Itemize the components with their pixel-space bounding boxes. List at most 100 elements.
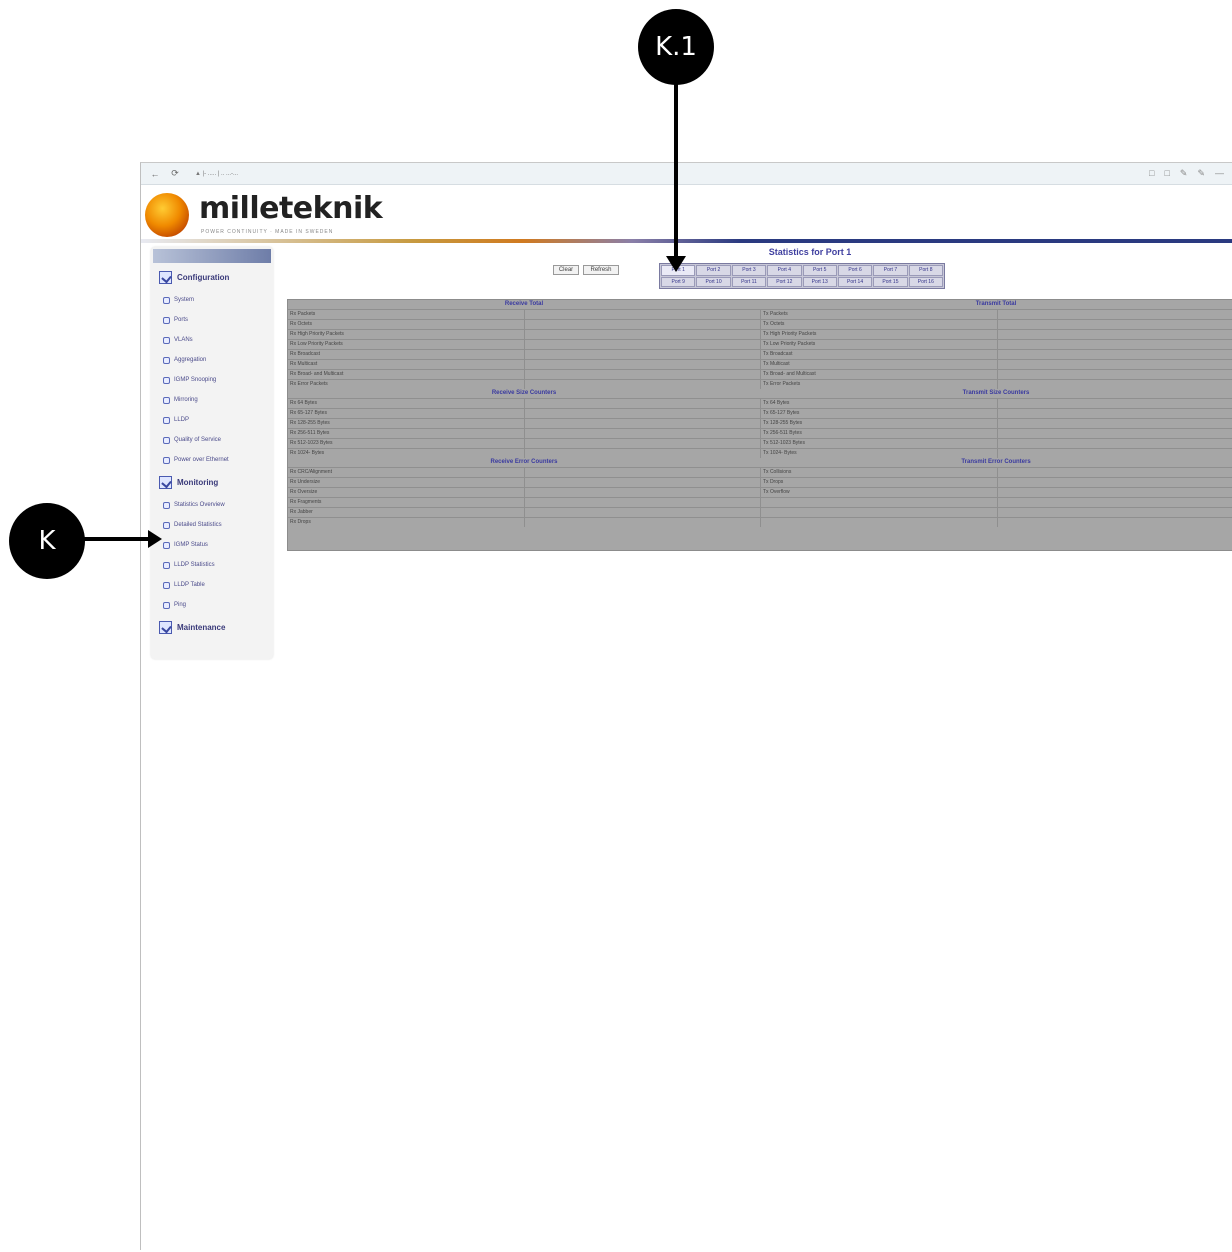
table-row: Rx Broadcast Tx Broadcast (288, 349, 1232, 359)
table-row: Rx High Priority Packets Tx High Priority… (288, 329, 1232, 339)
browser-window: ← ⟳ ▲ |- ..... | .. ...-... □ □ ✎ ✎ — mi… (140, 162, 1232, 1250)
page-icon (163, 541, 170, 549)
table-row: Rx Multicast Tx Multicast (288, 359, 1232, 369)
item-label: Power over Ethernet (174, 457, 229, 463)
stat-label: Rx Fragments (288, 498, 525, 507)
sidebar: Configuration System Ports VLANs Aggrega… (151, 247, 273, 659)
stat-value (525, 370, 761, 379)
stat-label: Rx 1024- Bytes (288, 449, 525, 458)
port-tab[interactable]: Port 16 (908, 276, 943, 287)
toolbar-icon[interactable]: □ (1149, 168, 1154, 179)
port-tab[interactable]: Port 7 (873, 265, 908, 276)
item-label: Mirroring (174, 397, 198, 403)
port-tab[interactable]: Port 9 (661, 276, 696, 287)
sidebar-item-statistics-overview[interactable]: Statistics Overview (151, 495, 273, 515)
item-label: Detailed Statistics (174, 522, 222, 528)
stat-label: Tx Low Priority Packets (761, 340, 998, 349)
sidebar-item-qos[interactable]: Quality of Service (151, 430, 273, 450)
page-icon (163, 601, 170, 609)
sidebar-item-lldp-statistics[interactable]: LLDP Statistics (151, 555, 273, 575)
stat-label: Tx 64 Bytes (761, 399, 998, 408)
refresh-button[interactable]: Refresh (583, 265, 619, 275)
port-tab[interactable]: Port 3 (731, 265, 767, 276)
stat-value (998, 449, 1232, 458)
stat-label: Rx 65-127 Bytes (288, 409, 525, 418)
sidebar-item-ports[interactable]: Ports (151, 310, 273, 330)
port-tab[interactable]: Port 12 (767, 276, 802, 287)
section-title: Transmit Size Counters (962, 390, 1030, 396)
section-header: Receive Size Counters Transmit Size Count… (288, 389, 1232, 398)
port-tab[interactable]: Port 4 (767, 265, 802, 276)
site-header: milleteknik POWER CONTINUITY · MADE IN S… (141, 185, 1232, 243)
sidebar-item-igmp-snooping[interactable]: IGMP Snooping (151, 370, 273, 390)
port-tab[interactable]: Port 15 (873, 276, 908, 287)
stat-value (525, 340, 761, 349)
toolbar-icon[interactable]: □ (1164, 168, 1169, 179)
address-bar[interactable]: ▲ |- ..... | .. ...-... (189, 167, 1141, 181)
port-tab[interactable]: Port 11 (731, 276, 767, 287)
stat-value (998, 360, 1232, 369)
section-title: Receive Size Counters (491, 390, 557, 396)
port-tab[interactable]: Port 5 (802, 265, 837, 276)
sidebar-section-maintenance[interactable]: Maintenance (151, 615, 273, 640)
table-row: Rx 512-1023 Bytes Tx 512-1023 Bytes (288, 438, 1232, 448)
stat-label: Rx Drops (288, 518, 525, 527)
sidebar-item-lldp-table[interactable]: LLDP Table (151, 575, 273, 595)
table-row: Rx 128-255 Bytes Tx 128-255 Bytes (288, 418, 1232, 428)
stat-value (998, 518, 1232, 527)
table-row: Rx Jabber (288, 507, 1232, 517)
sidebar-item-vlans[interactable]: VLANs (151, 330, 273, 350)
sidebar-item-system[interactable]: System (151, 290, 273, 310)
sidebar-section-configuration[interactable]: Configuration (151, 265, 273, 290)
section-label: Configuration (177, 273, 230, 282)
stat-value (998, 310, 1232, 319)
stat-label: Rx Oversize (288, 488, 525, 497)
sidebar-item-ping[interactable]: Ping (151, 595, 273, 615)
port-tab[interactable]: Port 8 (908, 265, 943, 276)
sidebar-item-aggregation[interactable]: Aggregation (151, 350, 273, 370)
minimize-icon[interactable]: — (1215, 168, 1224, 179)
stat-value (525, 350, 761, 359)
stat-value (525, 518, 761, 527)
sidebar-item-lldp[interactable]: LLDP (151, 410, 273, 430)
sidebar-item-mirroring[interactable]: Mirroring (151, 390, 273, 410)
stat-value (998, 340, 1232, 349)
port-selector: Port 1 Port 2 Port 3 Port 4 Port 5 Port 6 Port… (659, 263, 945, 289)
item-label: IGMP Snooping (174, 377, 217, 383)
stat-value (525, 320, 761, 329)
port-tab[interactable]: Port 2 (696, 265, 731, 276)
item-label: Quality of Service (174, 437, 222, 443)
table-row: Rx Drops (288, 517, 1232, 527)
stat-label (761, 508, 998, 517)
sidebar-item-igmp-status[interactable]: IGMP Status (151, 535, 273, 555)
toolbar-icon[interactable]: ✎ (1180, 168, 1188, 179)
page-icon (163, 376, 170, 384)
port-tab[interactable]: Port 14 (837, 276, 873, 287)
stat-label: Tx Error Packets (761, 380, 998, 389)
port-tab[interactable]: Port 10 (696, 276, 731, 287)
port-tab[interactable]: Port 13 (802, 276, 837, 287)
stat-value (525, 468, 761, 477)
port-tab[interactable]: Port 6 (837, 265, 873, 276)
sidebar-item-poe[interactable]: Power over Ethernet (151, 450, 273, 470)
logo-text: milleteknik (199, 191, 383, 226)
main-content: Statistics for Port 1 Clear Refresh Port… (287, 247, 1232, 551)
stat-value (525, 330, 761, 339)
toolbar-icon[interactable]: ✎ (1197, 168, 1205, 179)
clear-button[interactable]: Clear (553, 265, 579, 275)
reload-icon[interactable]: ⟳ (169, 168, 181, 180)
item-label: Aggregation (174, 357, 207, 363)
stat-label: Rx CRC/Alignment (288, 468, 525, 477)
item-label: IGMP Status (174, 542, 208, 548)
item-label: LLDP Table (174, 582, 205, 588)
stat-label: Tx Broadcast (761, 350, 998, 359)
stat-value (525, 488, 761, 497)
sidebar-section-monitoring[interactable]: Monitoring (151, 470, 273, 495)
stat-label: Rx Undersize (288, 478, 525, 487)
sidebar-item-detailed-statistics[interactable]: Detailed Statistics (151, 515, 273, 535)
page-icon (163, 336, 170, 344)
browser-actions: □ □ ✎ ✎ — (1149, 168, 1232, 179)
page-title: Statistics for Port 1 (768, 247, 852, 257)
back-icon[interactable]: ← (149, 168, 161, 180)
item-label: Ping (174, 602, 187, 608)
